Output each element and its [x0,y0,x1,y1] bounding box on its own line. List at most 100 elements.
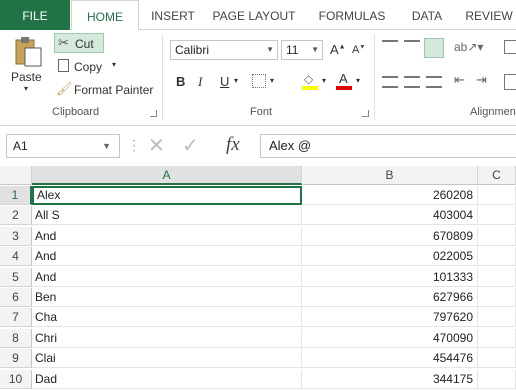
fill-dropdown-icon[interactable]: ▾ [322,76,326,85]
cell-b[interactable]: 022005 [302,247,478,267]
cell-c[interactable] [478,206,516,226]
bold-button[interactable]: B [176,74,185,89]
cell-a[interactable]: And [32,226,302,246]
underline-button[interactable]: U [220,74,229,89]
tab-page-layout[interactable]: PAGE LAYOUT [208,0,300,30]
insert-function-button[interactable]: fx [226,134,240,156]
tab-insert[interactable]: INSERT [146,0,200,30]
cell-b[interactable]: 454476 [302,349,478,369]
borders-dropdown-icon[interactable]: ▾ [270,76,274,85]
wrap-text-icon[interactable] [504,40,516,54]
cell-b[interactable]: 403004 [302,206,478,226]
row-header[interactable]: 9 [0,349,32,369]
cell-text: And [35,228,57,243]
cell-a[interactable]: Clai [32,349,302,369]
formula-input[interactable]: Alex @ [260,134,516,158]
align-right-icon[interactable] [426,76,442,88]
format-painter-icon: 🖌 [56,81,73,96]
chevron-down-icon[interactable]: ▼ [102,135,111,157]
cell-b[interactable]: 470090 [302,328,478,348]
cell-a[interactable]: All S [32,206,302,226]
align-middle-icon[interactable] [404,40,420,54]
orientation-icon[interactable]: ab↗▾ [454,40,483,54]
copy-dropdown-icon[interactable]: ▾ [112,60,116,69]
fill-color-icon[interactable]: ◇ [302,72,318,90]
row-header[interactable]: 10 [0,369,32,389]
cell-a[interactable]: And [32,247,302,267]
cell-a[interactable]: Ben [32,288,302,307]
paste-button[interactable]: Paste ▾ [8,34,48,98]
cell-b[interactable]: 260208 [302,186,478,205]
align-top-icon[interactable] [382,40,398,54]
cell-c[interactable] [478,308,516,328]
font-color-dropdown-icon[interactable]: ▾ [356,76,360,85]
cell-c[interactable] [478,369,516,389]
more-dots-icon: ⋮ [127,137,141,153]
tab-formulas[interactable]: FORMULAS [312,0,392,30]
column-header-b[interactable]: B [302,166,478,185]
underline-dropdown-icon[interactable]: ▾ [234,76,238,85]
cancel-icon[interactable]: ✕ [148,133,165,158]
cell-b[interactable]: 670809 [302,226,478,246]
cell-b[interactable]: 344175 [302,369,478,389]
cell-c[interactable] [478,247,516,267]
cell-a[interactable]: And [32,267,302,287]
cell-c[interactable] [478,186,516,205]
tab-review[interactable]: REVIEW [462,0,516,30]
borders-icon[interactable] [252,74,266,88]
font-size-select[interactable]: 11 ▼ [281,40,323,60]
align-left-icon[interactable] [382,76,398,88]
cell-b[interactable]: 627966 [302,288,478,307]
clipboard-launcher-icon[interactable] [150,110,157,117]
cell-c[interactable] [478,349,516,369]
enter-check-icon[interactable]: ✓ [182,133,199,158]
cell-b[interactable]: 797620 [302,308,478,328]
column-header-c[interactable]: C [478,166,516,185]
format-painter-button[interactable]: 🖌 Format Painter [54,80,158,100]
row-header[interactable]: 3 [0,226,32,246]
column-header-a[interactable]: A [32,166,302,185]
cell-text: Chri [35,330,58,345]
row-header[interactable]: 8 [0,328,32,348]
cell-c[interactable] [478,328,516,348]
cut-button[interactable]: ✂ Cut [54,33,104,53]
name-box[interactable]: A1 ▼ [6,134,120,158]
tab-home[interactable]: HOME [71,0,139,31]
cell-b[interactable]: 101333 [302,267,478,287]
clipboard-group-label: Clipboard [52,106,100,118]
chevron-down-icon: ▼ [266,45,274,54]
ribbon: Paste ▾ ✂ Cut Copy ▾ 🖌 Format Painter Cl… [0,30,516,126]
grow-font-icon[interactable]: A▲ [330,42,346,57]
row-header[interactable]: 5 [0,267,32,287]
cell-c[interactable] [478,267,516,287]
tab-file[interactable]: FILE [0,0,70,30]
cell-a[interactable]: Dad [32,369,302,389]
shrink-font-icon[interactable]: A▼ [352,44,365,56]
increase-indent-icon[interactable]: ⇥ [476,72,487,88]
align-bottom-icon[interactable] [424,38,444,58]
italic-button[interactable]: I [198,74,202,90]
row-header[interactable]: 7 [0,308,32,328]
font-color-icon[interactable]: A [336,71,352,90]
paste-dropdown-icon[interactable]: ▾ [24,84,28,93]
row-header[interactable]: 2 [0,206,32,226]
cell-a[interactable]: Cha [32,308,302,328]
font-launcher-icon[interactable] [362,110,369,117]
font-name-select[interactable]: Calibri ▼ [170,40,278,60]
cell-text: And [35,249,57,264]
tab-data[interactable]: DATA [404,0,450,30]
select-all-corner[interactable] [0,166,32,185]
row-header[interactable]: 1 [0,186,32,205]
copy-button[interactable]: Copy ▾ [54,57,124,77]
cell-a1-active[interactable]: Alex [32,186,302,205]
cell-a[interactable]: Chri [32,328,302,348]
cell-c[interactable] [478,226,516,246]
cell-c[interactable] [478,288,516,307]
decrease-indent-icon[interactable]: ⇤ [454,72,465,88]
align-center-icon[interactable] [404,76,420,88]
row-header[interactable]: 6 [0,288,32,307]
cell-text: Cha [35,310,58,325]
row-header[interactable]: 4 [0,247,32,267]
merge-center-icon[interactable] [504,74,516,90]
alignment-group-label: Alignmen [470,106,516,118]
